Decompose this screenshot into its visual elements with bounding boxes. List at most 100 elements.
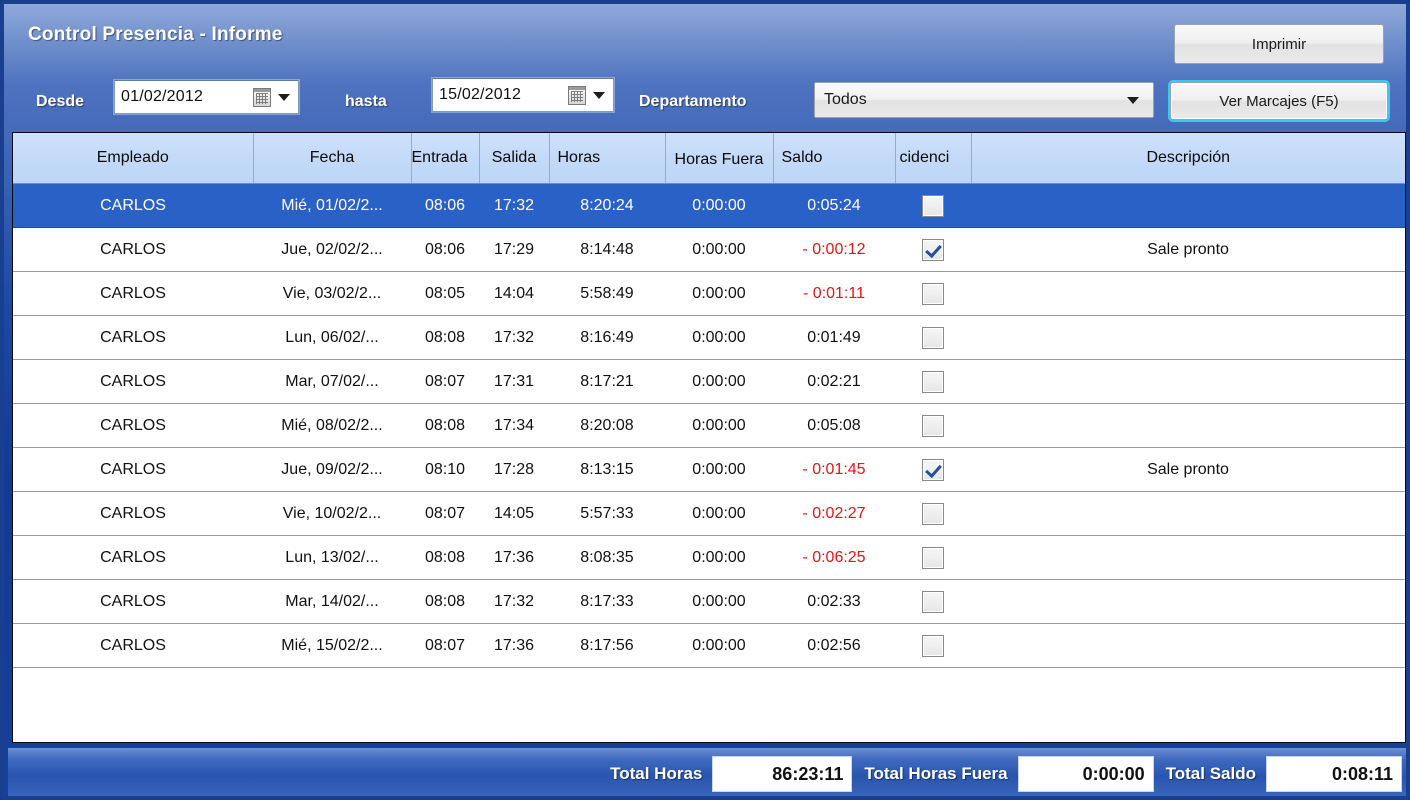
cell-incidencia[interactable] <box>895 403 971 448</box>
cell-horas-text: 8:17:33 <box>580 592 634 610</box>
chevron-down-icon[interactable] <box>1127 96 1139 104</box>
checkbox-checked-icon[interactable] <box>922 238 944 261</box>
toolbar-panel: Control Presencia - Informe Desde 01/02/… <box>8 8 1406 126</box>
cell-descripcion: Sale pronto <box>971 447 1405 492</box>
cell-saldo: - 0:06:25 <box>773 535 895 580</box>
column-header-salida[interactable]: Salida <box>479 133 550 184</box>
checkbox-unchecked-icon[interactable] <box>922 194 944 217</box>
table-row[interactable]: CARLOS Mié, 08/02/2... 08:08 17:34 8:20:08 0:… <box>13 403 1405 448</box>
total-saldo-label: Total Saldo <box>1165 764 1256 783</box>
cell-horas-fuera-text: 0:00:00 <box>692 240 746 258</box>
cell-empleado: CARLOS <box>13 623 253 668</box>
checkbox-unchecked-icon[interactable] <box>922 590 944 613</box>
table-row[interactable]: CARLOS Jue, 02/02/2... 08:06 17:29 8:14:48 0:… <box>13 227 1405 272</box>
cell-incidencia[interactable] <box>895 491 971 536</box>
cell-entrada-text: 08:08 <box>424 548 466 566</box>
cell-salida: 17:29 <box>479 227 549 272</box>
column-header-incidencia[interactable]: cidenci <box>895 133 972 184</box>
cell-salida-text: 17:32 <box>493 196 535 214</box>
checkbox-unchecked-icon[interactable] <box>922 414 944 437</box>
cell-fecha-text: Vie, 10/02/2... <box>282 504 382 522</box>
cell-horas-fuera: 0:00:00 <box>665 403 773 448</box>
cell-incidencia[interactable] <box>895 227 971 272</box>
column-header-saldo[interactable]: Saldo <box>773 133 896 184</box>
cell-empleado-text: CARLOS <box>100 372 166 390</box>
departamento-selected-value: Todos <box>824 91 867 108</box>
cell-fecha: Jue, 02/02/2... <box>253 227 411 272</box>
cell-salida: 17:36 <box>479 535 549 580</box>
cell-fecha-text: Vie, 03/02/2... <box>282 284 382 302</box>
cell-empleado-text: CARLOS <box>100 460 166 478</box>
checkbox-unchecked-icon[interactable] <box>922 326 944 349</box>
cell-incidencia[interactable] <box>895 359 971 404</box>
cell-fecha-text: Lun, 13/02/... <box>285 548 379 566</box>
cell-entrada-text: 08:08 <box>424 328 466 346</box>
checkbox-unchecked-icon[interactable] <box>922 502 944 525</box>
column-header-descripcion[interactable]: Descripción <box>971 133 1405 184</box>
checkbox-unchecked-icon[interactable] <box>922 282 944 305</box>
checkbox-unchecked-icon[interactable] <box>922 634 944 657</box>
marcajes-grid[interactable]: Empleado Fecha Entrada Salida Horas Hora… <box>12 132 1406 743</box>
hasta-date-input[interactable]: 15/02/2012 <box>432 78 614 112</box>
cell-incidencia[interactable] <box>895 315 971 360</box>
desde-date-input[interactable]: 01/02/2012 <box>114 80 299 114</box>
cell-empleado: CARLOS <box>13 535 253 580</box>
departamento-select[interactable]: Todos <box>814 82 1154 118</box>
table-row[interactable]: CARLOS Lun, 06/02/... 08:08 17:32 8:16:49 0:0… <box>13 315 1405 360</box>
cell-fecha: Lun, 06/02/... <box>253 315 411 360</box>
cell-fecha: Mié, 01/02/2... <box>253 183 411 228</box>
cell-saldo: 0:02:33 <box>773 579 895 624</box>
table-row[interactable]: CARLOS Vie, 10/02/2... 08:07 14:05 5:57:33 0:… <box>13 491 1405 536</box>
cell-empleado: CARLOS <box>13 183 253 228</box>
cell-incidencia[interactable] <box>895 271 971 316</box>
cell-empleado-text: CARLOS <box>100 284 166 302</box>
window-frame: Control Presencia - Informe Desde 01/02/… <box>0 0 1410 800</box>
cell-entrada-text: 08:07 <box>424 504 466 522</box>
cell-horas-text: 8:13:15 <box>580 460 634 478</box>
column-header-empleado[interactable]: Empleado <box>13 133 254 184</box>
column-header-horas-fuera[interactable]: Horas Fuera <box>665 133 774 184</box>
ver-marcajes-button[interactable]: Ver Marcajes (F5) <box>1168 80 1390 122</box>
cell-incidencia[interactable] <box>895 447 971 492</box>
total-horas-fuera-label: Total Horas Fuera <box>864 764 1008 783</box>
chevron-down-icon[interactable] <box>278 93 290 101</box>
checkbox-unchecked-icon[interactable] <box>922 370 944 393</box>
page-title: Control Presencia - Informe <box>28 24 283 45</box>
cell-salida: 17:28 <box>479 447 549 492</box>
cell-horas: 8:17:33 <box>549 579 665 624</box>
table-row[interactable]: CARLOS Jue, 09/02/2... 08:10 17:28 8:13:15 0:… <box>13 447 1405 492</box>
table-row[interactable]: CARLOS Lun, 13/02/... 08:08 17:36 8:08:35 0:0… <box>13 535 1405 580</box>
cell-salida: 14:04 <box>479 271 549 316</box>
cell-incidencia[interactable] <box>895 579 971 624</box>
cell-salida: 17:31 <box>479 359 549 404</box>
cell-incidencia[interactable] <box>895 535 971 580</box>
table-row[interactable]: CARLOS Mié, 01/02/2... 08:06 17:32 8:20:24 0:… <box>13 183 1405 228</box>
cell-fecha: Mar, 14/02/... <box>253 579 411 624</box>
cell-salida-text: 14:05 <box>493 504 535 522</box>
cell-incidencia[interactable] <box>895 183 971 228</box>
table-row[interactable]: CARLOS Mié, 15/02/2... 08:07 17:36 8:17:56 0:… <box>13 623 1405 668</box>
cell-horas-fuera-text: 0:00:00 <box>692 504 746 522</box>
cell-saldo-text: - 0:01:45 <box>802 460 866 478</box>
cell-entrada: 08:08 <box>411 315 479 360</box>
table-row[interactable]: CARLOS Vie, 03/02/2... 08:05 14:04 5:58:49 0:… <box>13 271 1405 316</box>
table-row[interactable]: CARLOS Mar, 14/02/... 08:08 17:32 8:17:33 0:0… <box>13 579 1405 624</box>
table-row[interactable]: CARLOS Mar, 07/02/... 08:07 17:31 8:17:21 0:0… <box>13 359 1405 404</box>
cell-entrada-text: 08:08 <box>424 416 466 434</box>
cell-horas-text: 5:58:49 <box>580 284 634 302</box>
column-header-fecha[interactable]: Fecha <box>253 133 412 184</box>
column-header-entrada[interactable]: Entrada <box>411 133 480 184</box>
cell-horas-text: 8:14:48 <box>580 240 634 258</box>
chevron-down-icon[interactable] <box>593 91 605 99</box>
cell-entrada: 08:08 <box>411 535 479 580</box>
checkbox-unchecked-icon[interactable] <box>922 546 944 569</box>
cell-incidencia[interactable] <box>895 623 971 668</box>
column-header-horas[interactable]: Horas <box>549 133 666 184</box>
hasta-date-value: 15/02/2012 <box>439 86 522 103</box>
cell-empleado: CARLOS <box>13 227 253 272</box>
checkbox-checked-icon[interactable] <box>922 458 944 481</box>
cell-fecha-text: Mar, 14/02/... <box>285 592 379 610</box>
print-button[interactable]: Imprimir <box>1174 24 1384 64</box>
cell-horas-text: 5:57:33 <box>580 504 634 522</box>
cell-entrada: 08:06 <box>411 227 479 272</box>
